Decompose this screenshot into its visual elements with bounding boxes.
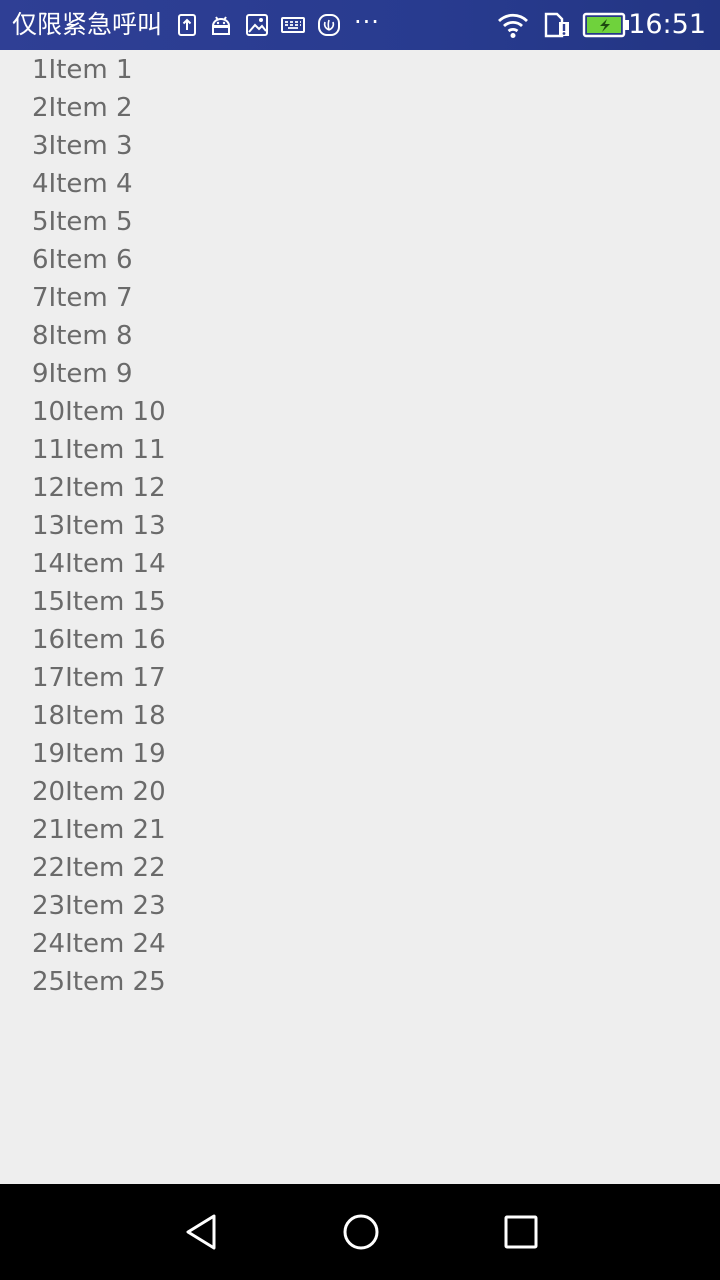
navigation-bar xyxy=(0,1184,720,1280)
list-item[interactable]: 1Item 1 xyxy=(0,51,720,89)
list-item[interactable]: 9Item 9 xyxy=(0,355,720,393)
carrier-text: 仅限紧急呼叫 xyxy=(12,10,163,39)
list-item[interactable]: 17Item 17 xyxy=(0,659,720,697)
list-item[interactable]: 24Item 24 xyxy=(0,925,720,963)
list-item[interactable]: 13Item 13 xyxy=(0,507,720,545)
list-item[interactable]: 15Item 15 xyxy=(0,583,720,621)
list-item[interactable]: 16Item 16 xyxy=(0,621,720,659)
status-clock: 16:51 xyxy=(628,9,706,40)
list-item[interactable]: 25Item 25 xyxy=(0,963,720,1001)
list-item[interactable]: 3Item 3 xyxy=(0,127,720,165)
list-item[interactable]: 4Item 4 xyxy=(0,165,720,203)
list-item[interactable]: 20Item 20 xyxy=(0,773,720,811)
list-item[interactable]: 2Item 2 xyxy=(0,89,720,127)
list-item[interactable]: 23Item 23 xyxy=(0,887,720,925)
list-item[interactable]: 19Item 19 xyxy=(0,735,720,773)
upload-icon xyxy=(174,12,200,38)
image-icon xyxy=(244,12,270,38)
list-item[interactable]: 11Item 11 xyxy=(0,431,720,469)
keyboard-icon xyxy=(280,12,306,38)
more-notifications-icon: ··· xyxy=(354,8,380,36)
list-item[interactable]: 12Item 12 xyxy=(0,469,720,507)
item-list[interactable]: 1Item 1 2Item 2 3Item 3 4Item 4 5Item 5 6Item… xyxy=(0,51,720,1001)
list-item[interactable]: 7Item 7 xyxy=(0,279,720,317)
list-item[interactable]: 18Item 18 xyxy=(0,697,720,735)
back-icon[interactable] xyxy=(181,1212,221,1252)
wifi-icon xyxy=(496,11,530,39)
battery-charging-icon xyxy=(582,12,630,38)
list-item[interactable]: 10Item 10 xyxy=(0,393,720,431)
sim-alert-icon xyxy=(543,11,571,39)
list-item[interactable]: 8Item 8 xyxy=(0,317,720,355)
list-item[interactable]: 22Item 22 xyxy=(0,849,720,887)
app-screen: 仅限紧急呼叫 ··· 16:51 1Item 1 2Item 2 3Item 3… xyxy=(0,0,720,1280)
list-item[interactable]: 21Item 21 xyxy=(0,811,720,849)
status-bar: 仅限紧急呼叫 ··· 16:51 xyxy=(0,0,720,50)
list-item[interactable]: 5Item 5 xyxy=(0,203,720,241)
list-item[interactable]: 14Item 14 xyxy=(0,545,720,583)
list-item[interactable]: 6Item 6 xyxy=(0,241,720,279)
huawei-icon xyxy=(316,12,342,38)
android-icon xyxy=(208,12,234,38)
home-icon[interactable] xyxy=(341,1212,381,1252)
recents-icon[interactable] xyxy=(501,1212,541,1252)
